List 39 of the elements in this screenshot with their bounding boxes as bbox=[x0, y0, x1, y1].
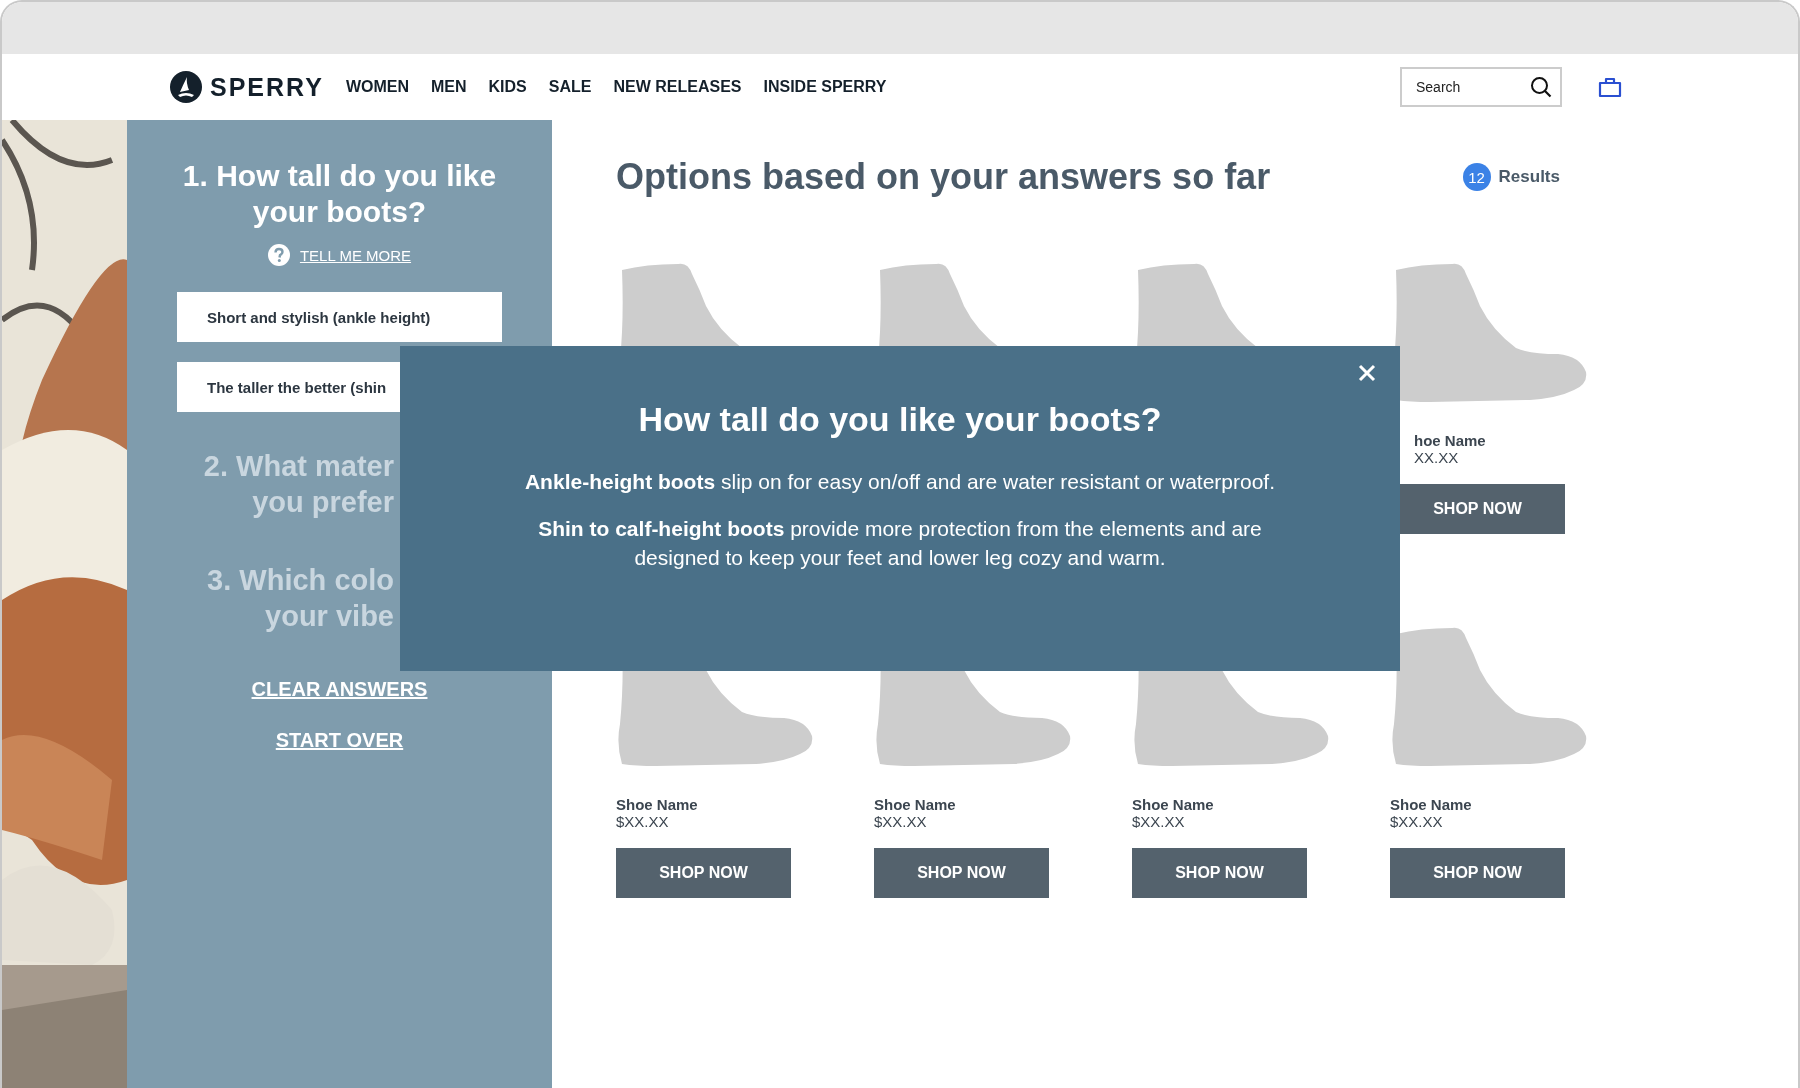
shop-now-button[interactable]: SHOP NOW bbox=[1390, 848, 1565, 898]
shop-now-button[interactable]: SHOP NOW bbox=[874, 848, 1049, 898]
dialog-text: Ankle-height boots slip on for easy on/off and are water resistant or waterproof. bbox=[524, 469, 1276, 495]
question-title: 2. What mater bbox=[203, 449, 394, 484]
question-title: your vibe bbox=[265, 599, 394, 634]
count-badge: 12 bbox=[1462, 163, 1491, 191]
question-title: your boots? bbox=[252, 194, 427, 230]
product-name[interactable]: Shoe Name bbox=[874, 796, 1049, 813]
shopping-bag-icon[interactable] bbox=[1598, 75, 1622, 99]
search-field[interactable]: Search bbox=[1400, 67, 1562, 107]
product-name[interactable]: Shoe Name bbox=[616, 796, 791, 813]
nav-link[interactable]: SALE bbox=[548, 78, 592, 96]
question-title: 3. Which colo bbox=[207, 563, 394, 598]
answer-option[interactable]: Short and stylish (ankle height) bbox=[177, 292, 502, 342]
search-icon bbox=[1530, 76, 1552, 98]
question-title: 1. How tall do you like bbox=[182, 158, 497, 194]
close-icon[interactable] bbox=[1358, 364, 1376, 382]
product-price: $XX.XX bbox=[616, 813, 670, 830]
nav-link[interactable]: WOMEN bbox=[345, 78, 409, 96]
nav-link[interactable]: NEW RELEASES bbox=[613, 78, 742, 96]
nav-link[interactable]: MEN bbox=[431, 78, 467, 96]
product-price: $XX.XX bbox=[1390, 813, 1444, 830]
nav-link[interactable]: KIDS bbox=[488, 78, 527, 96]
nav-link[interactable]: INSIDE SPERRY bbox=[763, 78, 887, 96]
results-label: Results bbox=[1498, 167, 1560, 187]
shop-now-button[interactable]: SHOP NOW bbox=[616, 848, 791, 898]
product-name[interactable]: Shoe Name bbox=[1390, 796, 1565, 813]
sailboat-logo-icon bbox=[170, 71, 202, 103]
product-price: $XX.XX bbox=[874, 813, 928, 830]
dialog-title: How tall do you like your boots? bbox=[638, 400, 1162, 439]
product-name[interactable]: Shoe Name bbox=[1132, 796, 1307, 813]
shop-now-button[interactable]: SHOP NOW bbox=[1132, 848, 1307, 898]
brand-logo[interactable]: SPERRY bbox=[210, 72, 324, 102]
question-title: you prefer bbox=[252, 485, 394, 520]
results-title: Options based on your answers so far bbox=[616, 156, 1271, 198]
product-price: XX.XX bbox=[1413, 449, 1460, 466]
product-price: $XX.XX bbox=[1132, 813, 1186, 830]
dialog-text: Shin to calf-height boots provide more protection from the elements and are designed to keep your feet and lower leg cozy and warm. bbox=[537, 516, 1263, 571]
help-icon bbox=[267, 244, 290, 266]
